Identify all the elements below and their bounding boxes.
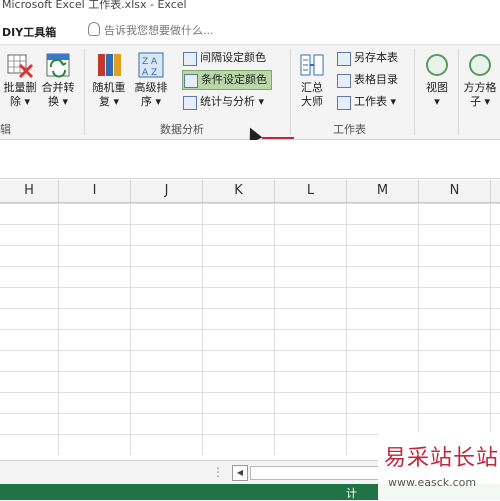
tab-diy-toolbox[interactable]: DIY工具箱 xyxy=(2,24,56,40)
save-copy-label: 另存本表 xyxy=(354,51,398,64)
column-header-m[interactable]: M xyxy=(347,180,419,202)
random-repeat-icon xyxy=(98,54,121,76)
tell-me-text: 告诉我您想要做什么... xyxy=(104,24,214,37)
random-repeat-label-2: 复 ▾ xyxy=(98,95,120,108)
column-header-n[interactable]: N xyxy=(419,180,491,202)
separator xyxy=(290,49,291,135)
view-label-2: ▾ xyxy=(434,95,440,108)
separator xyxy=(84,49,85,135)
advanced-sort-label-2: 序 ▾ xyxy=(140,95,162,108)
formula-bar[interactable] xyxy=(0,140,500,179)
separator xyxy=(414,49,415,135)
view-icon xyxy=(426,54,448,76)
group-label-data-analysis: 数据分析 xyxy=(160,123,204,136)
grid-sub-button[interactable]: 方方格 子 ▾ xyxy=(460,51,500,109)
random-repeat-button[interactable]: 随机重 复 ▾ xyxy=(88,51,130,109)
worksheet-menu-button[interactable]: 工作表 ▾ xyxy=(336,93,396,111)
svg-text:Z A: Z A xyxy=(142,57,158,67)
view-label-1: 视图 xyxy=(426,81,448,94)
batch-delete-label-2: 除 ▾ xyxy=(9,95,31,108)
random-repeat-label-1: 随机重 xyxy=(92,81,126,94)
view-button[interactable]: 视图 ▾ xyxy=(418,51,456,109)
save-copy-button[interactable]: 另存本表 xyxy=(336,49,398,67)
scroll-dots: ⋮ xyxy=(212,465,224,479)
table-index-label: 表格目录 xyxy=(354,73,398,86)
column-header-h[interactable]: H xyxy=(0,180,59,202)
column-header-j[interactable]: J xyxy=(131,180,203,202)
interval-color-button[interactable]: 间隔设定颜色 xyxy=(182,49,266,67)
interval-color-label: 间隔设定颜色 xyxy=(200,51,266,64)
summary-label-2: 大师 xyxy=(301,95,323,108)
group-label-edit: 辑 xyxy=(0,123,11,136)
grid-line xyxy=(130,203,131,455)
scroll-left-button[interactable]: ◀ xyxy=(232,465,248,481)
merge-convert-icon xyxy=(46,53,70,78)
merge-convert-button[interactable]: 合并转 换 ▾ xyxy=(38,51,78,109)
lightbulb-icon xyxy=(88,22,100,36)
grid-line xyxy=(418,203,419,455)
sort-az-icon: Z A A Z xyxy=(138,52,164,78)
merge-convert-label-2: 换 ▾ xyxy=(47,95,69,108)
stats-analysis-label: 统计与分析 ▾ xyxy=(200,95,265,108)
svg-text:A Z: A Z xyxy=(142,68,157,78)
column-header-i[interactable]: I xyxy=(59,180,131,202)
grid-sub-label-2: 子 ▾ xyxy=(469,95,491,108)
table-index-icon xyxy=(337,74,351,88)
tell-me-search[interactable]: 告诉我您想要做什么... xyxy=(88,22,214,38)
batch-delete-icon xyxy=(7,54,34,79)
grid-sub-icon xyxy=(469,54,491,76)
grid-sub-label-1: 方方格 xyxy=(463,81,497,94)
conditional-color-icon xyxy=(184,74,198,88)
grid-line xyxy=(202,203,203,455)
title-bar: Microsoft Excel 工作表.xlsx - Excel xyxy=(0,0,500,14)
worksheet-menu-label: 工作表 ▾ xyxy=(354,95,397,108)
conditional-color-label: 条件设定颜色 xyxy=(201,73,267,86)
status-calc: 计 xyxy=(346,487,357,500)
ribbon: 批量删 除 ▾ 合并转 换 ▾ 随机重 复 ▾ Z A A Z 高级排 序 ▾ xyxy=(0,44,500,144)
table-index-button[interactable]: 表格目录 xyxy=(336,71,398,89)
batch-delete-button[interactable]: 批量删 除 ▾ xyxy=(0,51,40,109)
stats-analysis-button[interactable]: 统计与分析 ▾ xyxy=(182,93,264,111)
merge-convert-label-1: 合并转 xyxy=(41,81,75,94)
grid-line xyxy=(490,203,491,455)
grid-line xyxy=(274,203,275,455)
group-label-worksheet: 工作表 xyxy=(333,123,366,136)
grid-line xyxy=(58,203,59,455)
summary-label-1: 汇总 xyxy=(301,81,323,94)
separator xyxy=(458,49,459,135)
column-header-k[interactable]: K xyxy=(203,180,275,202)
window-title: Microsoft Excel 工作表.xlsx - Excel xyxy=(2,0,187,11)
watermark-url: www.easck.com xyxy=(388,476,477,489)
watermark: 易采站长站 www.easck.com xyxy=(378,432,500,500)
worksheet-icon xyxy=(337,96,351,110)
stats-analysis-icon xyxy=(183,96,197,110)
conditional-color-button[interactable]: 条件设定颜色 xyxy=(182,70,272,90)
summary-master-button[interactable]: 汇总 大师 xyxy=(292,51,332,109)
batch-delete-label-1: 批量删 xyxy=(3,81,37,94)
advanced-sort-button[interactable]: Z A A Z 高级排 序 ▾ xyxy=(130,51,172,109)
column-header-l[interactable]: L xyxy=(275,180,347,202)
scroll-thumb[interactable] xyxy=(250,466,382,480)
save-icon xyxy=(337,52,351,66)
interval-color-icon xyxy=(183,52,197,66)
tab-row: DIY工具箱 告诉我您想要做什么... xyxy=(0,16,500,44)
column-header-row: H I J K L M N xyxy=(0,180,500,203)
advanced-sort-label-1: 高级排 xyxy=(134,81,168,94)
grid-line xyxy=(346,203,347,455)
annotation-line xyxy=(262,137,294,139)
summary-icon xyxy=(300,54,324,76)
watermark-title: 易采站长站 xyxy=(384,446,500,471)
cell-grid[interactable] xyxy=(0,203,500,455)
